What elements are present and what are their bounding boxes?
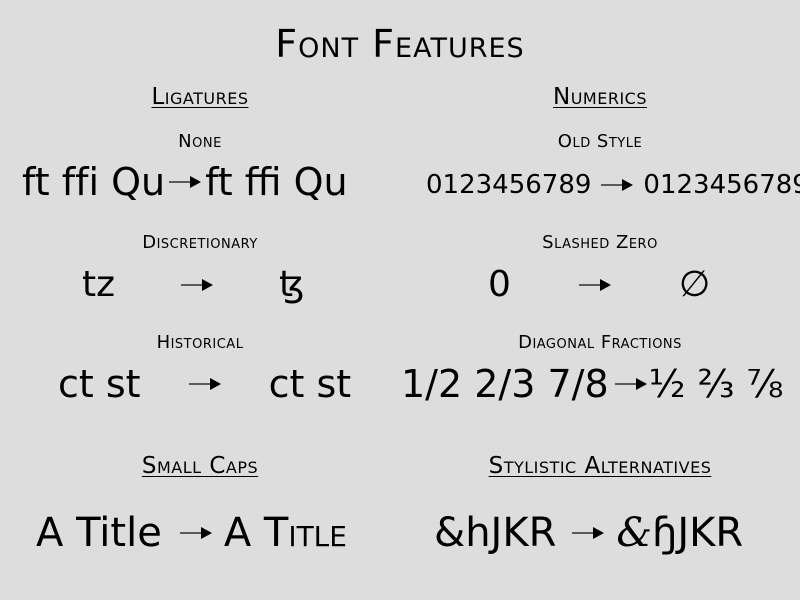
right-arrow-icon [169,176,202,188]
discretionary-label: Discretionary [142,232,258,253]
historical-before: ct st [58,362,141,406]
historical-demo: ct st ct st [58,362,351,406]
fraction-two-thirds: ⅔ [697,362,735,406]
right-arrow-icon [179,527,212,539]
diagonal-fractions-demo: 1/2 2/3 7/8 ½ ⅔ ⅞ [401,362,783,406]
numerics-heading: Numerics [553,84,647,110]
right-arrow-icon [572,527,605,539]
stylistic-after-letters: ɧJKR [651,510,744,556]
diagonal-fractions-after: ½ ⅔ ⅞ [649,362,784,406]
small-caps-demo: A Title A Title [36,510,347,556]
small-caps-before: A Title [36,510,162,556]
right-arrow-icon [181,278,214,291]
right-arrow-icon [578,278,611,291]
right-arrow-icon [188,378,221,390]
stylistic-before: &hJKR [434,510,557,556]
discretionary-demo: tz ꜩ [82,264,305,305]
ligatures-none-before: ft ffi Qu [22,160,166,204]
stylistic-alternatives-heading: Stylistic Alternatives [488,453,712,479]
fraction-one-half: ½ [648,362,686,406]
small-caps-after: A Title [223,510,347,556]
slashed-zero-label: Slashed Zero [542,232,658,253]
historical-after: ct st [268,362,352,406]
ligatures-heading: Ligatures [151,84,249,110]
ligatures-none-after: ft ffi Qu [205,160,348,204]
slashed-zero-after: ∅ [678,264,711,305]
slashed-zero-demo: 0 ∅ [488,264,710,305]
stylistic-alternatives-demo: &hJKR &ɧJKR [434,510,743,556]
diagonal-fractions-before: 1/2 2/3 7/8 [401,362,609,406]
ligatures-none-demo: ft ffi Qu ft ffi Qu [22,160,348,204]
diagonal-fractions-label: Diagonal Fractions [518,332,682,353]
page-title: Font Features [275,22,525,66]
right-arrow-icon [614,378,647,390]
fraction-seven-eighths: ⅞ [746,362,784,406]
small-caps-heading: Small Caps [141,453,259,479]
old-style-before: 0123456789 [426,170,592,200]
ligatures-none-label: None [178,131,222,152]
right-arrow-icon [601,179,634,191]
old-style-after: 0123456789 [643,170,800,200]
discretionary-before: tz [82,264,116,305]
font-features-page: Font Features Ligatures Numerics None ft… [0,0,800,600]
old-style-label: Old Style [557,131,643,152]
historical-label: Historical [156,332,244,353]
stylistic-after-ampersand: & [616,510,652,556]
discretionary-after: ꜩ [279,264,305,305]
stylistic-after: &ɧJKR [616,510,743,556]
slashed-zero-before: 0 [488,264,511,305]
old-style-demo: 0123456789 0123456789 [426,170,800,200]
